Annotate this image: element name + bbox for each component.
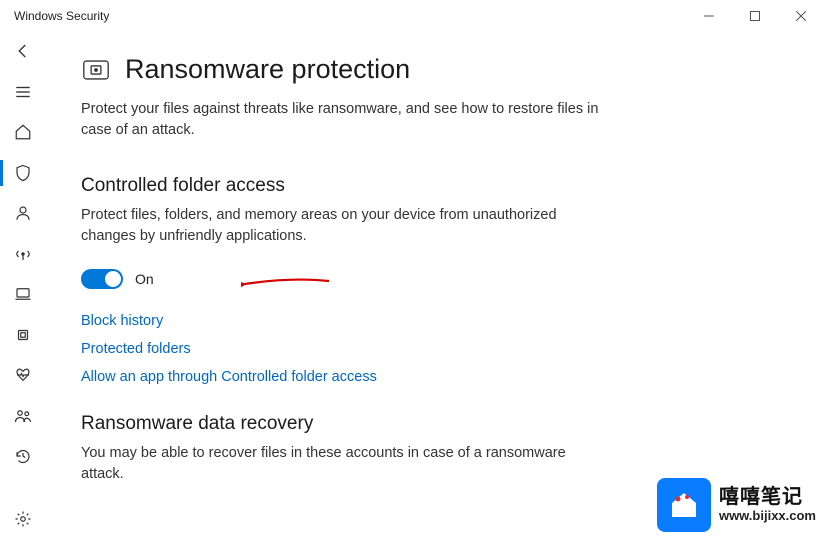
- page-description: Protect your files against threats like …: [81, 99, 601, 141]
- recovery-description: You may be able to recover files in thes…: [81, 443, 581, 485]
- sidebar: [0, 32, 46, 540]
- page-title: Ransomware protection: [125, 54, 410, 85]
- laptop-icon[interactable]: [0, 285, 46, 304]
- hamburger-icon[interactable]: [0, 83, 46, 102]
- recovery-title: Ransomware data recovery: [81, 413, 774, 435]
- chip-icon[interactable]: [0, 326, 46, 345]
- block-history-link[interactable]: Block history: [81, 313, 774, 329]
- close-button[interactable]: [778, 0, 824, 32]
- person-icon[interactable]: [0, 204, 46, 223]
- watermark-name: 嘻嘻笔记: [719, 486, 816, 509]
- signal-icon[interactable]: [0, 245, 46, 264]
- cfa-description: Protect files, folders, and memory areas…: [81, 205, 581, 247]
- watermark-logo: [657, 478, 711, 532]
- allow-app-link[interactable]: Allow an app through Controlled folder a…: [81, 369, 774, 385]
- heartbeat-icon[interactable]: [0, 366, 46, 385]
- protected-folders-link[interactable]: Protected folders: [81, 341, 774, 357]
- back-button[interactable]: [0, 42, 46, 61]
- main-content: Ransomware protection Protect your files…: [46, 32, 824, 540]
- home-icon[interactable]: [0, 123, 46, 142]
- window-controls: [686, 0, 824, 32]
- ransomware-recovery-section: Ransomware data recovery You may be able…: [81, 413, 774, 485]
- gear-icon[interactable]: [0, 510, 46, 529]
- window-title: Windows Security: [14, 9, 109, 23]
- maximize-button[interactable]: [732, 0, 778, 32]
- cfa-toggle[interactable]: [81, 269, 123, 289]
- ransomware-icon: [81, 58, 111, 82]
- minimize-button[interactable]: [686, 0, 732, 32]
- controlled-folder-access-section: Controlled folder access Protect files, …: [81, 175, 774, 385]
- annotation-arrow: [241, 275, 331, 298]
- family-icon[interactable]: [0, 407, 46, 426]
- shield-icon[interactable]: [0, 164, 46, 183]
- watermark-url: www.bijixx.com: [719, 509, 816, 524]
- cfa-toggle-label: On: [135, 271, 154, 287]
- titlebar: Windows Security: [0, 0, 824, 32]
- history-icon[interactable]: [0, 447, 46, 466]
- cfa-title: Controlled folder access: [81, 175, 774, 197]
- watermark: 嘻嘻笔记 www.bijixx.com: [657, 478, 816, 532]
